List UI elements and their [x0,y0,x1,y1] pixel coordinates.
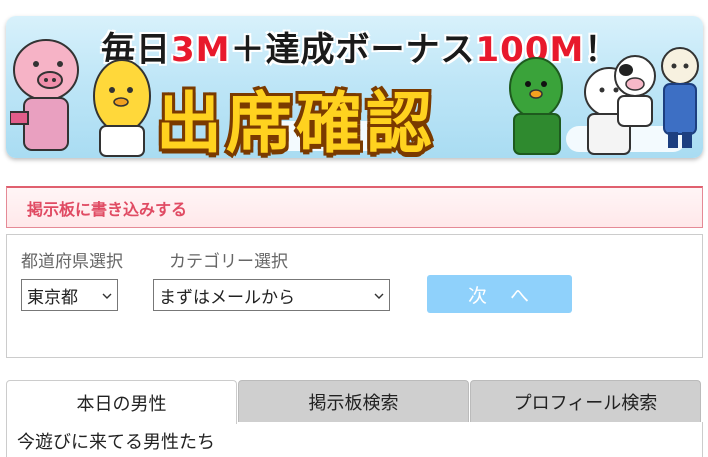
chevron-down-icon [374,293,384,299]
board-post-link-label: 掲示板に書き込みする [27,199,188,219]
attendance-banner[interactable]: 毎日3M＋達成ボーナス100M！ 出席確認 [6,16,703,158]
section-heading: 今遊びに来てる男性たち [17,432,215,453]
search-panel: 都道府県選択 カテゴリー選択 東京都 まずはメールから 次 へ [6,234,703,358]
next-button[interactable]: 次 へ [427,275,572,313]
banner-title: 出席確認 [156,85,436,158]
prefecture-select-value: 東京都 [27,287,78,308]
chevron-down-icon [102,293,112,299]
prefecture-select[interactable]: 東京都 [21,279,118,311]
tab-board-search[interactable]: 掲示板検索 [238,380,469,422]
tab-label: プロフィール検索 [513,392,658,414]
green-character-icon [509,57,563,155]
yellow-character-icon [93,59,151,157]
category-select-value: まずはメールから [159,287,295,308]
prefecture-label: 都道府県選択 [21,252,123,272]
sheep-character-icon [661,47,699,148]
tab-content: 今遊びに来てる男性たち [6,422,703,457]
tab-label: 本日の男性 [76,393,167,415]
board-post-link[interactable]: 掲示板に書き込みする [6,186,703,228]
category-select[interactable]: まずはメールから [153,279,390,311]
tab-todays-men[interactable]: 本日の男性 [6,380,237,424]
tab-profile-search[interactable]: プロフィール検索 [470,380,701,422]
pig-character-icon [10,39,79,151]
cow-character-icon [614,55,656,127]
category-label: カテゴリー選択 [169,252,288,272]
tab-label: 掲示板検索 [308,392,399,414]
